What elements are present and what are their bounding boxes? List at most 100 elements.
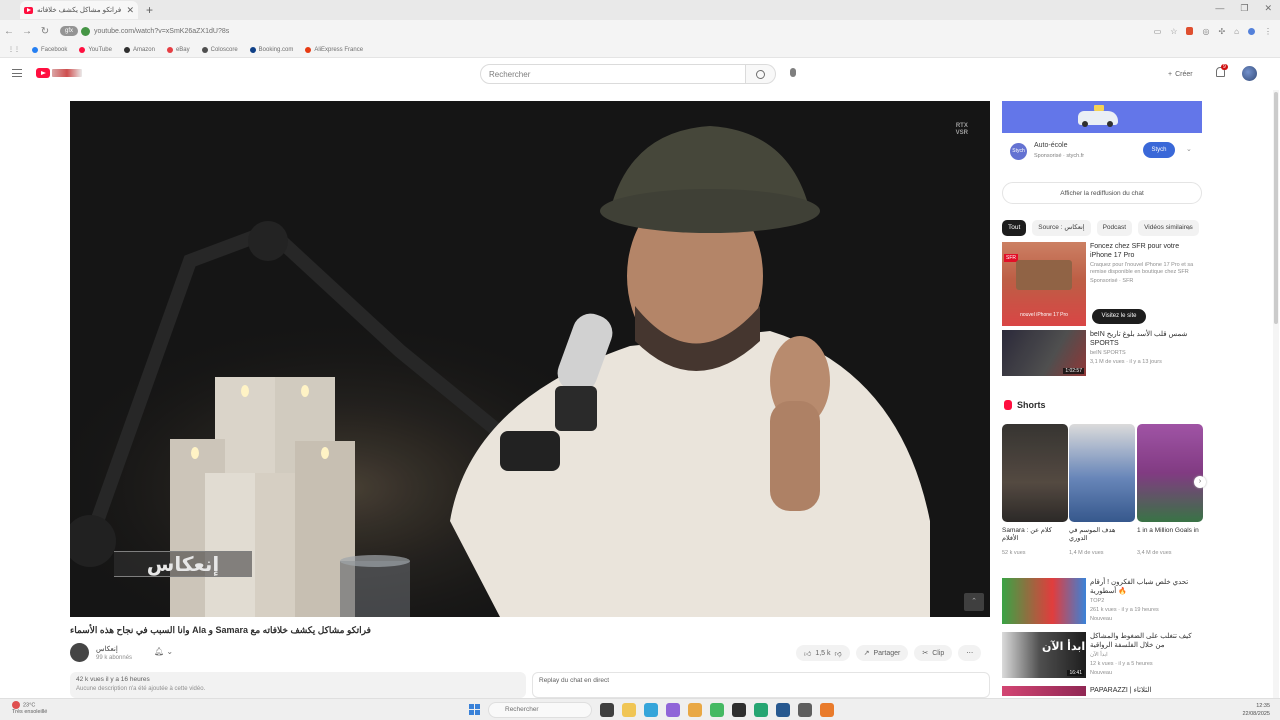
file-explorer-icon[interactable] xyxy=(622,703,636,717)
advertiser-logo[interactable]: Stych xyxy=(1010,143,1027,160)
gfx-badge[interactable]: gfx xyxy=(60,26,79,36)
short-caption[interactable]: Samara : كلام عن الأفلام xyxy=(1002,527,1064,543)
short-caption[interactable]: هدف الموسم في الدوري xyxy=(1069,527,1131,543)
minimize-button[interactable]: — xyxy=(1215,3,1224,14)
subscription-bell-icon[interactable]: 🔔︎ ⌄ xyxy=(154,647,173,656)
recommended-thumbnail[interactable] xyxy=(1002,578,1086,624)
recommended-title[interactable]: كيف تتغلب على الضغوط والمشاكل من خلال ال… xyxy=(1090,632,1198,650)
video-player[interactable]: RTX VSR إنعكاس ⌃ xyxy=(70,101,990,617)
cast-icon[interactable]: ⌂ xyxy=(1234,27,1239,36)
back-icon[interactable]: ← xyxy=(0,26,18,37)
menu-hamburger-icon[interactable] xyxy=(12,69,22,77)
bookmark-star-icon[interactable]: ☆ xyxy=(1170,27,1177,36)
close-window-button[interactable]: ✕ xyxy=(1264,3,1272,14)
views-and-date: 42 k vues il y a 16 heures xyxy=(76,676,150,683)
channel-name[interactable]: إنعكاس xyxy=(96,645,118,653)
windows-start-icon[interactable] xyxy=(469,704,480,715)
booking-icon xyxy=(249,46,256,53)
show-chat-replay-button[interactable]: Afficher la rediffusion du chat xyxy=(1002,182,1202,204)
apps-icon[interactable]: ⋮⋮ xyxy=(8,46,20,53)
system-clock[interactable]: 12:35 22/08/2025 xyxy=(1242,702,1270,718)
channel-avatar[interactable] xyxy=(70,643,89,662)
recommended-channel[interactable]: TOP2 xyxy=(1090,598,1198,605)
extension-shield-icon[interactable] xyxy=(1186,27,1194,35)
short-thumbnail[interactable] xyxy=(1002,424,1068,522)
reload-icon[interactable]: ↻ xyxy=(36,26,54,37)
task-view-icon[interactable] xyxy=(600,703,614,717)
short-caption[interactable]: 1 in a Million Goals in xyxy=(1137,527,1199,535)
chevron-right-icon[interactable]: › xyxy=(1188,223,1191,232)
new-tab-button[interactable]: + xyxy=(146,3,153,17)
app-icon[interactable] xyxy=(732,703,746,717)
recommended-channel[interactable]: ابدأ الآن xyxy=(1090,652,1198,659)
recommended-thumbnail[interactable] xyxy=(1002,686,1086,696)
more-actions-button[interactable]: ⋯ xyxy=(958,645,982,661)
search-input[interactable] xyxy=(480,64,746,84)
sfr-ad-title[interactable]: Foncez chez SFR pour votre iPhone 17 Pro xyxy=(1090,242,1198,260)
app-icon[interactable] xyxy=(820,703,834,717)
player-corner-button[interactable]: ⌃ xyxy=(964,593,984,611)
short-thumbnail[interactable] xyxy=(1137,424,1203,522)
share-button[interactable]: ↗ Partager xyxy=(855,645,909,661)
live-chat-replay[interactable]: Replay du chat en direct xyxy=(532,672,990,698)
secure-lock-icon[interactable] xyxy=(81,26,91,36)
clip-button[interactable]: ✂ Clip xyxy=(914,645,953,661)
app-icon[interactable] xyxy=(710,703,724,717)
chevron-right-icon[interactable]: › xyxy=(1194,476,1206,488)
extension-icon[interactable]: ◎ xyxy=(1202,27,1209,36)
profile-extension-icon[interactable] xyxy=(1248,27,1255,35)
taskbar-search[interactable]: Rechercher xyxy=(488,702,592,718)
create-button[interactable]: + Créer xyxy=(1162,66,1199,82)
ad-cta-button[interactable]: Stych xyxy=(1143,142,1175,158)
chip-podcast[interactable]: Podcast xyxy=(1096,220,1133,236)
bein-channel[interactable]: beIN SPORTS xyxy=(1090,350,1198,357)
forward-icon[interactable]: → xyxy=(18,26,36,37)
url-field[interactable]: youtube.com/watch?v=xSmK26aZX1dU?8s xyxy=(94,28,514,35)
browser-tab[interactable]: فراتكو مشاكل يكشف خلافاته ✕ xyxy=(20,1,138,19)
weather-widget[interactable]: 23°C Très ensoleillé xyxy=(12,701,47,716)
bein-video-thumbnail[interactable]: 1:02:57 xyxy=(1002,330,1086,376)
tab-close-icon[interactable]: ✕ xyxy=(126,5,134,16)
youtube-logo-icon[interactable] xyxy=(36,68,50,78)
account-avatar[interactable] xyxy=(1242,66,1257,81)
thumbs-up-icon: 👍︎ xyxy=(804,650,812,658)
bookmark-ebay[interactable]: eBay xyxy=(166,46,190,53)
bookmark-coloscore[interactable]: Coloscore xyxy=(201,46,238,53)
visit-site-button[interactable]: Visitez le site xyxy=(1092,309,1146,324)
chip-source[interactable]: Source : إنعكاس xyxy=(1032,220,1091,236)
maximize-button[interactable]: ❐ xyxy=(1240,3,1248,14)
chip-all[interactable]: Tout xyxy=(1002,220,1027,236)
ad-banner-image[interactable] xyxy=(1002,101,1202,133)
edge-icon[interactable] xyxy=(644,703,658,717)
app-icon[interactable] xyxy=(754,703,768,717)
scrollbar-thumb[interactable] xyxy=(1274,92,1278,324)
description-box[interactable]: 42 k vues il y a 16 heures Aucune descri… xyxy=(70,672,526,698)
bookmark-facebook[interactable]: Facebook xyxy=(32,46,67,53)
recommended-thumbnail[interactable]: ابدأ الآن 16:41 xyxy=(1002,632,1086,678)
browser-menu-icon[interactable]: ⋮ xyxy=(1264,27,1272,36)
facebook-icon xyxy=(32,46,38,53)
bookmark-label: AliExpress France xyxy=(314,46,364,53)
steam-icon[interactable] xyxy=(776,703,790,717)
recommended-title[interactable]: تحدي خلص شباب الفكرون ! أرقام أسطورية 🔥 xyxy=(1090,578,1198,596)
bookmark-amazon[interactable]: Amazon xyxy=(123,46,155,53)
app-icon[interactable] xyxy=(798,703,812,717)
bookmark-aliexpress[interactable]: AliExpress France xyxy=(305,46,364,53)
bein-video-title[interactable]: beIN شمس قلب الأسد بلوغ تاريخ SPORTS xyxy=(1090,330,1198,348)
like-dislike-button[interactable]: 👍︎ 1,5 k 👎︎ xyxy=(796,645,850,661)
thumbs-down-icon[interactable]: 👎︎ xyxy=(835,649,842,658)
sfr-ad-thumbnail[interactable]: SFR nouvel iPhone 17 Pro xyxy=(1002,242,1086,326)
microphone-icon[interactable] xyxy=(790,68,796,77)
app-icon[interactable] xyxy=(666,703,680,717)
recommended-title[interactable]: PAPARAZZI | الثلاثاء xyxy=(1090,686,1198,695)
short-thumbnail[interactable] xyxy=(1069,424,1135,522)
puzzle-icon[interactable]: ✣ xyxy=(1218,27,1225,36)
short-views: 3,4 M de vues xyxy=(1137,550,1172,556)
bookmark-youtube[interactable]: YouTube xyxy=(79,46,112,53)
install-app-icon[interactable]: ▭ xyxy=(1154,27,1162,36)
weather-temp: 23°C xyxy=(23,702,36,709)
bookmark-booking[interactable]: Booking.com xyxy=(249,46,293,53)
chevron-down-icon[interactable]: ⌄ xyxy=(1186,145,1192,153)
chrome-icon[interactable] xyxy=(688,703,702,717)
search-icon[interactable] xyxy=(746,64,776,84)
